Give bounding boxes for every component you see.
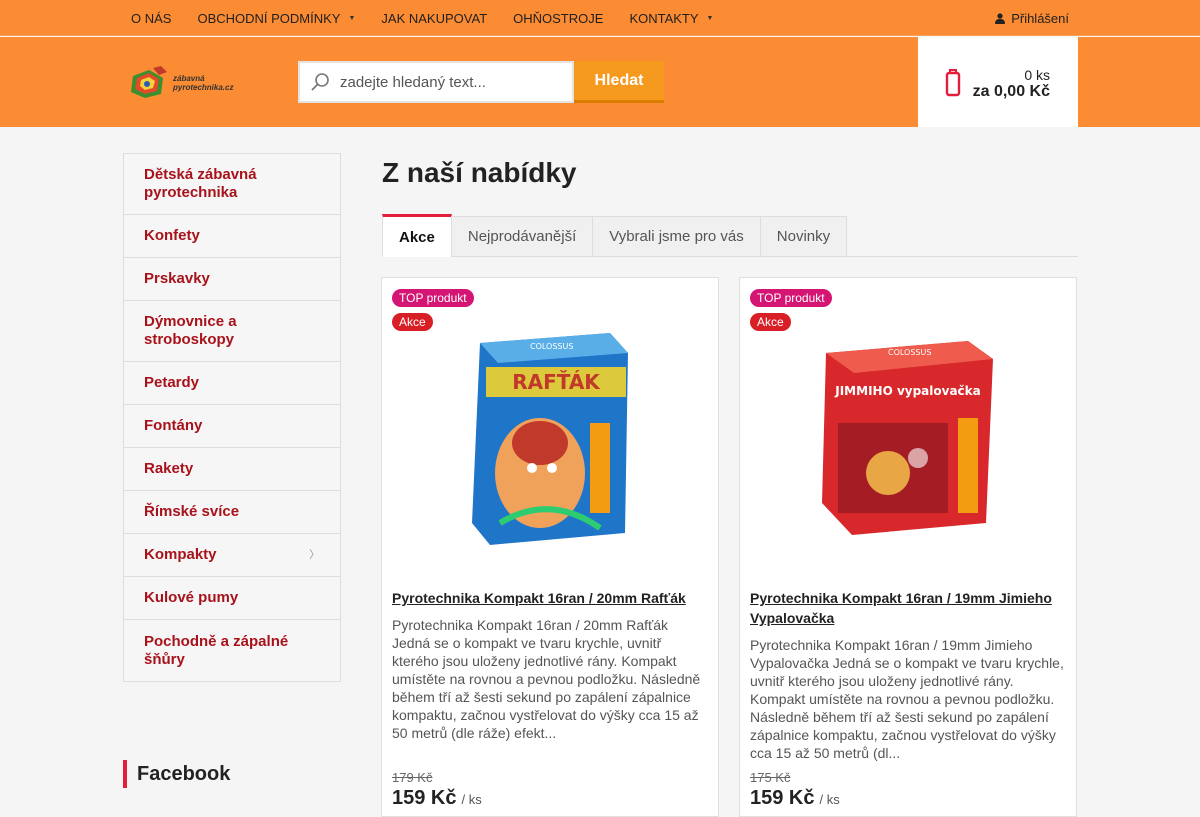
top-menu: O nás Obchodní podmínky ▼ Jak nakupovat O… <box>118 0 726 36</box>
nav-obchodni-podminky[interactable]: Obchodní podmínky ▼ <box>184 11 368 26</box>
chevron-right-icon: 〉 <box>309 549 320 561</box>
category-label: Fontány <box>144 417 203 434</box>
caret-down-icon: ▼ <box>348 14 356 22</box>
category-dymovnice[interactable]: Dýmovnice a stroboskopy <box>124 301 340 362</box>
cart-quantity: 0 ks <box>1024 67 1050 83</box>
old-price: 179 Kč <box>392 770 433 785</box>
search-field <box>298 61 574 103</box>
category-kulove-pumy[interactable]: Kulové pumy <box>124 577 340 620</box>
product-image-label: RAFŤÁK <box>512 370 601 394</box>
logo-line-2: pyrotechnika.cz <box>173 83 234 92</box>
tab-nejprodavanejsi[interactable]: Nejprodávanější <box>450 216 594 256</box>
nav-label: Ohňostroje <box>513 10 604 26</box>
nav-label: Obchodní podmínky <box>197 10 341 26</box>
search-form: Hledat <box>298 61 664 103</box>
category-label: Dětská zábavná pyrotechnika <box>144 166 257 201</box>
tab-akce[interactable]: Akce <box>382 214 452 257</box>
category-label: Kulové pumy <box>144 589 239 606</box>
price-value: 159 Kč <box>750 787 815 809</box>
category-fontany[interactable]: Fontány <box>124 405 340 448</box>
search-icon <box>311 73 329 91</box>
product-description: Pyrotechnika Kompakt 16ran / 20mm Rafťák… <box>392 617 701 741</box>
cart-icon <box>945 69 961 97</box>
category-detska-zabavna-pyrotechnika[interactable]: Dětská zábavná pyrotechnika <box>124 154 340 215</box>
product-image[interactable]: JIMMIHO vypalovačka COLOSSUS <box>818 323 1003 553</box>
top-product-badge: TOP produkt <box>750 289 832 307</box>
top-product-badge: TOP produkt <box>392 289 474 307</box>
tab-novinky[interactable]: Novinky <box>759 216 848 256</box>
product-name-link[interactable]: Pyrotechnika Kompakt 16ran / 20mm Rafťák <box>392 588 712 608</box>
product-image-label: JIMMIHO vypalovačka <box>834 384 981 398</box>
category-rakety[interactable]: Rakety <box>124 448 340 491</box>
category-label: Petardy <box>144 374 200 391</box>
nav-label: Jak nakupovat <box>381 10 488 26</box>
search-button[interactable]: Hledat <box>574 61 664 103</box>
top-navigation: O nás Obchodní podmínky ▼ Jak nakupovat O… <box>0 0 1200 36</box>
product-card: TOP produkt Akce RAFŤÁK COLOSSUS Pyrotec… <box>381 277 719 817</box>
nav-jak-nakupovat[interactable]: Jak nakupovat <box>368 11 500 26</box>
product-brand: COLOSSUS <box>888 348 931 357</box>
category-petardy[interactable]: Petardy <box>124 362 340 405</box>
sale-badge: Akce <box>750 313 791 331</box>
category-sidebar: Dětská zábavná pyrotechnika Konfety Prsk… <box>123 153 341 682</box>
product-card: TOP produkt Akce JIMMIHO vypalovačka COL… <box>739 277 1077 817</box>
cart-widget[interactable]: 0 ks za 0,00 Kč <box>918 37 1078 127</box>
nav-label: Kontakty <box>629 10 699 26</box>
site-logo[interactable]: zábavná pyrotechnika.cz <box>127 65 267 101</box>
product-price: 159 Kč / ks <box>392 787 482 810</box>
login-label: Přihlášení <box>1011 10 1069 26</box>
product-tabs: Akce Nejprodávanější Vybrali jsme pro vá… <box>382 214 1078 257</box>
logo-icon <box>131 66 167 98</box>
cart-total: za 0,00 Kč <box>972 83 1050 100</box>
product-price: 159 Kč / ks <box>750 787 840 810</box>
sale-badge: Akce <box>392 313 433 331</box>
page-title: Z naší nabídky <box>382 157 577 188</box>
price-value: 159 Kč <box>392 787 457 809</box>
search-input[interactable] <box>340 73 560 91</box>
category-prskavky[interactable]: Prskavky <box>124 258 340 301</box>
caret-down-icon: ▼ <box>706 14 714 22</box>
nav-o-nas[interactable]: O nás <box>118 11 184 26</box>
nav-kontakty[interactable]: Kontakty ▼ <box>616 11 726 26</box>
product-name-link[interactable]: Pyrotechnika Kompakt 16ran / 19mm Jimieh… <box>750 588 1070 628</box>
old-price: 175 Kč <box>750 770 791 785</box>
logo-line-1: zábavná <box>173 74 205 83</box>
category-label: Dýmovnice a stroboskopy <box>144 313 237 348</box>
category-label: Prskavky <box>144 270 210 287</box>
category-kompakty[interactable]: Kompakty 〉 <box>124 534 340 577</box>
logo-text: zábavná pyrotechnika.cz <box>173 74 233 92</box>
login-link[interactable]: Přihlášení <box>995 0 1069 36</box>
category-pochodne[interactable]: Pochodně a zápalné šňůry <box>124 620 340 681</box>
site-header: zábavná pyrotechnika.cz Hledat 0 ks za 0… <box>0 37 1200 127</box>
category-label: Kompakty <box>144 546 217 563</box>
category-rimske-svice[interactable]: Římské svíce <box>124 491 340 534</box>
category-label: Rakety <box>144 460 194 477</box>
product-description: Pyrotechnika Kompakt 16ran / 19mm Jimieh… <box>750 637 1064 761</box>
user-icon <box>995 12 1006 24</box>
nav-ohnostroje[interactable]: Ohňostroje <box>500 11 616 26</box>
tab-vybrali-jsme[interactable]: Vybrali jsme pro vás <box>592 216 761 256</box>
category-label: Konfety <box>144 227 200 244</box>
product-image[interactable]: RAFŤÁK COLOSSUS <box>460 323 645 553</box>
product-brand: COLOSSUS <box>530 342 573 351</box>
category-konfety[interactable]: Konfety <box>124 215 340 258</box>
category-label: Římské svíce <box>144 503 240 520</box>
facebook-heading: Facebook <box>123 760 230 788</box>
category-label: Pochodně a zápalné šňůry <box>144 632 289 668</box>
nav-label: O nás <box>131 10 172 26</box>
